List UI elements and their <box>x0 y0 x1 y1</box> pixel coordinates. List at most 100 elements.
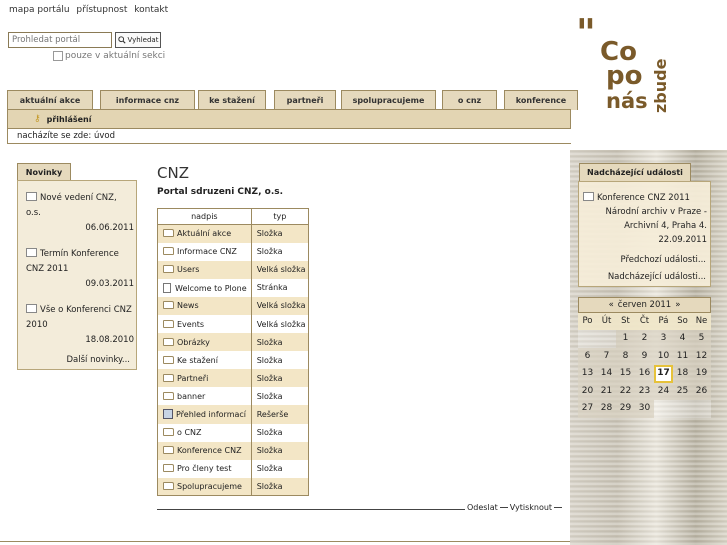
calendar-day[interactable]: 28 <box>597 400 616 418</box>
cell-type: Složka <box>251 477 310 496</box>
tab-ke-stazeni[interactable]: ke stažení <box>198 90 266 110</box>
tab-spolupracujeme[interactable]: spolupracujeme <box>341 90 436 110</box>
calendar-day[interactable]: 10 <box>654 347 673 365</box>
calendar-prev-button[interactable]: « <box>609 300 614 310</box>
calendar-day[interactable]: 24 <box>654 382 673 400</box>
folder-icon <box>163 482 174 491</box>
tab-partneri[interactable]: partneři <box>274 90 336 110</box>
calendar-day[interactable]: 13 <box>578 365 597 383</box>
news-item[interactable]: Vše o Konferenci CNZ 2010 18.08.2010 <box>26 303 134 348</box>
item-link[interactable]: Obrázky <box>177 338 210 347</box>
cell-title: Konference CNZ <box>157 441 252 460</box>
cell-type: Složka <box>251 441 310 460</box>
item-link[interactable]: Informace CNZ <box>177 247 237 256</box>
calendar-day[interactable]: 17 <box>654 365 673 383</box>
page-title: CNZ <box>157 164 189 182</box>
calendar-day[interactable]: 27 <box>578 400 597 418</box>
calendar-day[interactable]: 23 <box>635 382 654 400</box>
news-icon <box>26 304 37 313</box>
tab-o-cnz[interactable]: o cnz <box>442 90 497 110</box>
news-item[interactable]: Nové vedení CNZ, o.s. 06.06.2011 <box>26 191 134 236</box>
send-link[interactable]: Odeslat <box>467 503 498 512</box>
calendar-day[interactable]: 12 <box>692 347 711 365</box>
calendar-day[interactable]: 20 <box>578 382 597 400</box>
event-title[interactable]: Konference CNZ 2011 <box>597 193 690 203</box>
calendar-day[interactable]: 15 <box>616 365 635 383</box>
item-link[interactable]: Events <box>177 320 204 329</box>
item-link[interactable]: Aktuální akce <box>177 229 231 238</box>
event-icon <box>583 192 594 201</box>
calendar-day[interactable]: 14 <box>597 365 616 383</box>
previous-events-link[interactable]: Předchozí události... <box>621 255 706 265</box>
calendar-day[interactable]: 6 <box>578 347 597 365</box>
item-link[interactable]: Konference CNZ <box>177 446 242 455</box>
calendar-day[interactable]: 2 <box>635 330 654 348</box>
item-link[interactable]: Spolupracujeme <box>177 482 242 491</box>
search-button[interactable]: Vyhledat <box>115 32 161 48</box>
calendar-next-button[interactable]: » <box>675 300 680 310</box>
news-icon <box>26 248 37 257</box>
calendar-day[interactable]: 9 <box>635 347 654 365</box>
news-title[interactable]: Termín Konference CNZ 2011 <box>26 249 119 274</box>
news-portlet-title[interactable]: Novinky <box>17 163 71 181</box>
table-row: Welcome to Plone Stránka <box>157 278 310 297</box>
calendar-day[interactable]: 1 <box>616 330 635 348</box>
upcoming-events-link[interactable]: Nadcházející události... <box>608 272 706 282</box>
calendar-day[interactable]: 25 <box>673 382 692 400</box>
cell-title: Spolupracujeme <box>157 477 252 496</box>
cell-title: Aktuální akce <box>157 224 252 243</box>
folder-icon <box>163 373 174 382</box>
logo-line2: po <box>606 61 642 91</box>
calendar-day[interactable]: 26 <box>692 382 711 400</box>
calendar-day[interactable]: 19 <box>692 365 711 383</box>
print-link[interactable]: Vytisknout <box>510 503 552 512</box>
item-link[interactable]: o CNZ <box>177 428 202 437</box>
calendar-day[interactable]: 29 <box>616 400 635 418</box>
site-logo[interactable]: " Co po nás zbude <box>576 18 676 113</box>
calendar-day[interactable]: 7 <box>597 347 616 365</box>
column-header-title[interactable]: nadpis <box>157 208 252 225</box>
calendar-day[interactable]: 16 <box>635 365 654 383</box>
contact-link[interactable]: kontakt <box>134 5 168 15</box>
calendar-day[interactable]: 11 <box>673 347 692 365</box>
table-row: Informace CNZ Složka <box>157 242 310 261</box>
news-more-link[interactable]: Další novinky... <box>66 355 130 365</box>
item-link[interactable]: Ke stažení <box>177 356 218 365</box>
event-item[interactable]: Konference CNZ 2011 <box>583 191 707 205</box>
item-link[interactable]: Pro členy test <box>177 464 232 473</box>
calendar-weekday: Pá <box>654 313 673 330</box>
calendar-weekday: So <box>673 313 692 330</box>
section-only-checkbox[interactable] <box>53 51 63 61</box>
accessibility-link[interactable]: přístupnost <box>76 5 127 15</box>
sitemap-link[interactable]: mapa portálu <box>9 5 70 15</box>
search-input[interactable] <box>8 32 112 48</box>
tab-informace-cnz[interactable]: informace cnz <box>100 90 195 110</box>
cell-title: o CNZ <box>157 423 252 442</box>
breadcrumb-current[interactable]: úvod <box>94 131 115 141</box>
calendar-day[interactable]: 30 <box>635 400 654 418</box>
event-details: Národní archiv v Praze - Archivní 4, Pra… <box>583 205 707 247</box>
news-title[interactable]: Vše o Konferenci CNZ 2010 <box>26 305 132 330</box>
cell-type: Velká složka <box>251 296 310 315</box>
login-link[interactable]: přihlášení <box>47 115 92 124</box>
news-title[interactable]: Nové vedení CNZ, o.s. <box>26 193 117 218</box>
calendar-day[interactable]: 18 <box>673 365 692 383</box>
calendar-day[interactable]: 21 <box>597 382 616 400</box>
events-portlet-title[interactable]: Nadcházející události <box>579 163 691 181</box>
item-link[interactable]: Partneři <box>177 374 208 383</box>
item-link[interactable]: Přehled informací <box>176 410 246 419</box>
calendar-day[interactable]: 4 <box>673 330 692 348</box>
tab-aktualni-akce[interactable]: aktuální akce <box>7 90 93 110</box>
column-header-type[interactable]: typ <box>250 208 310 225</box>
calendar-day[interactable]: 3 <box>654 330 673 348</box>
calendar-day[interactable]: 5 <box>692 330 711 348</box>
item-link[interactable]: Welcome to Plone <box>175 284 247 293</box>
item-link[interactable]: Users <box>177 265 199 274</box>
calendar-day[interactable]: 8 <box>616 347 635 365</box>
item-link[interactable]: News <box>177 301 199 310</box>
item-link[interactable]: banner <box>177 392 205 401</box>
cell-title: Partneři <box>157 369 252 388</box>
news-item[interactable]: Termín Konference CNZ 2011 09.03.2011 <box>26 247 134 292</box>
tab-konference[interactable]: konference <box>504 90 578 110</box>
calendar-day[interactable]: 22 <box>616 382 635 400</box>
